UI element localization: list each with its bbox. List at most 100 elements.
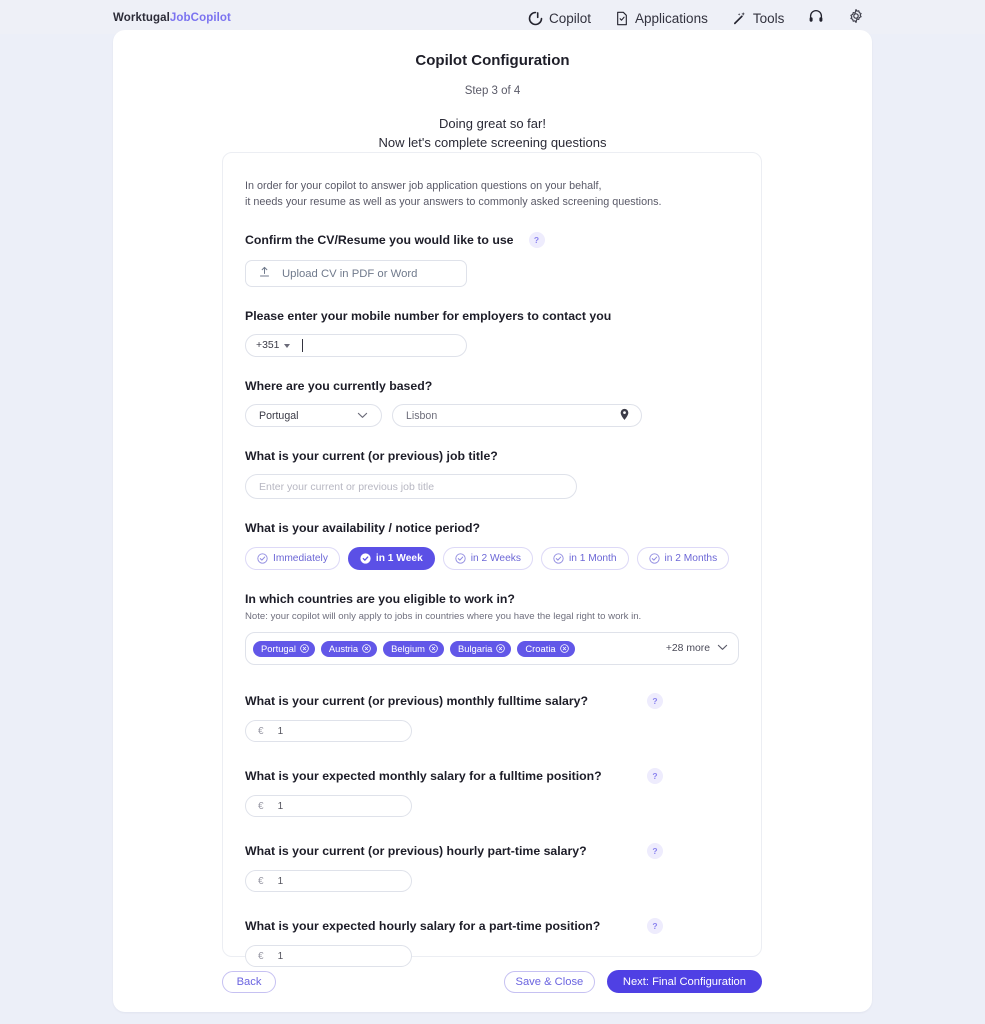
salary-3-question-label: What is your expected hourly salary for … xyxy=(245,919,601,933)
job-title-placeholder: Enter your current or previous job title xyxy=(259,480,435,493)
nav-item-applications[interactable]: Applications xyxy=(615,11,708,26)
salary-2-input[interactable]: € 1 xyxy=(245,870,412,892)
city-input-value: Lisbon xyxy=(406,409,438,422)
salary-1-value: 1 xyxy=(277,800,284,812)
salary-2-question-label: What is your current (or previous) hourl… xyxy=(245,844,587,858)
availability-label-1: in 1 Week xyxy=(375,553,423,564)
remove-circle-icon[interactable] xyxy=(300,644,309,653)
country-tag[interactable]: Belgium xyxy=(383,640,444,657)
country-tag-label-3: Bulgaria xyxy=(457,643,493,654)
nav-label-applications: Applications xyxy=(635,11,708,26)
nav-label-copilot: Copilot xyxy=(549,11,592,26)
countries-question-label: In which countries are you eligible to w… xyxy=(245,592,515,606)
city-input[interactable]: Lisbon xyxy=(392,404,642,427)
screening-form: In order for your copilot to answer job … xyxy=(222,152,762,967)
upload-icon xyxy=(259,266,270,281)
location-row: Portugal Lisbon xyxy=(245,404,739,427)
availability-label-4: in 2 Months xyxy=(664,553,718,564)
currency-symbol: € xyxy=(258,875,264,887)
chevron-down-icon xyxy=(357,410,368,422)
salary-0-help-icon[interactable]: ? xyxy=(647,693,663,709)
upload-cv-label: Upload CV in PDF or Word xyxy=(282,267,418,280)
country-select-value: Portugal xyxy=(259,409,299,422)
country-tag[interactable]: Bulgaria xyxy=(449,640,512,657)
remove-circle-icon[interactable] xyxy=(429,644,438,653)
salary-1-help-icon[interactable]: ? xyxy=(647,768,663,784)
country-tag-label-2: Belgium xyxy=(391,643,425,654)
salary-3-help-icon[interactable]: ? xyxy=(647,918,663,934)
availability-options: Immediately in 1 Week in 2 Weeks in 1 Mo… xyxy=(245,547,739,570)
copilot-icon xyxy=(528,11,543,26)
currency-symbol: € xyxy=(258,725,264,737)
country-tag[interactable]: Croatia xyxy=(517,640,575,657)
country-select[interactable]: Portugal xyxy=(245,404,382,427)
check-circle-icon xyxy=(257,553,268,564)
cv-question-label: Confirm the CV/Resume you would like to … xyxy=(245,233,514,247)
phone-input[interactable]: +351 xyxy=(245,334,467,357)
check-circle-icon xyxy=(455,553,466,564)
chevron-down-icon xyxy=(284,343,291,348)
country-tag[interactable]: Portugal xyxy=(253,640,315,657)
page-title: Copilot Configuration xyxy=(415,52,570,69)
salary-3-question-row: What is your expected hourly salary for … xyxy=(245,918,739,934)
countries-multiselect[interactable]: Portugal Austria Belgium Bulgaria Croati… xyxy=(245,632,739,665)
countries-more-label: +28 more xyxy=(665,643,710,654)
phone-question-label: Please enter your mobile number for empl… xyxy=(245,309,612,323)
salary-2-value: 1 xyxy=(277,875,284,887)
availability-option-in-2-weeks[interactable]: in 2 Weeks xyxy=(442,547,533,570)
country-tag[interactable]: Austria xyxy=(320,640,378,657)
tagline-line-1: Doing great so far! xyxy=(439,116,546,131)
next-final-configuration-button[interactable]: Next: Final Configuration xyxy=(606,970,762,993)
back-button[interactable]: Back xyxy=(222,970,276,993)
salary-3-value: 1 xyxy=(277,950,284,962)
country-tag-label-0: Portugal xyxy=(261,643,296,654)
salary-1-question-row: What is your expected monthly salary for… xyxy=(245,768,739,784)
phone-country-code[interactable]: +351 xyxy=(256,340,279,351)
support-button[interactable] xyxy=(808,8,824,29)
form-footer: Back Save & Close Next: Final Configurat… xyxy=(222,970,762,993)
headset-icon xyxy=(808,8,824,29)
remove-circle-icon[interactable] xyxy=(559,644,569,653)
nav-item-copilot[interactable]: Copilot xyxy=(528,11,591,26)
location-question-label: Where are you currently based? xyxy=(245,379,433,393)
salary-1-input[interactable]: € 1 xyxy=(245,795,412,817)
chevron-down-icon xyxy=(717,643,728,654)
save-and-close-button[interactable]: Save & Close xyxy=(503,970,595,993)
job-title-input[interactable]: Enter your current or previous job title xyxy=(245,474,577,499)
availability-label-3: in 1 Month xyxy=(568,553,617,564)
intro-line-1: In order for your copilot to answer job … xyxy=(245,180,602,192)
remove-circle-icon[interactable] xyxy=(496,644,506,653)
settings-button[interactable] xyxy=(848,8,864,29)
tagline: Doing great so far! Now let's complete s… xyxy=(113,114,872,152)
document-check-icon xyxy=(615,11,629,26)
availability-label-0: Immediately xyxy=(273,553,328,564)
check-circle-icon xyxy=(360,553,371,564)
check-circle-icon xyxy=(553,553,564,564)
salary-3-input[interactable]: € 1 xyxy=(245,945,412,967)
selected-country-tags: Portugal Austria Belgium Bulgaria Croati… xyxy=(253,640,575,657)
salary-2-help-icon[interactable]: ? xyxy=(647,843,663,859)
availability-option-in-1-month[interactable]: in 1 Month xyxy=(540,547,629,570)
countries-more-toggle[interactable]: +28 more xyxy=(666,643,728,654)
brand-secondary-text: JobCopilot xyxy=(169,12,231,24)
salary-0-value: 1 xyxy=(277,725,284,737)
availability-option-immediately[interactable]: Immediately xyxy=(245,547,340,570)
nav-item-tools[interactable]: Tools xyxy=(732,11,784,26)
cv-help-icon[interactable]: ? xyxy=(528,232,545,248)
step-indicator: Step 3 of 4 xyxy=(464,85,521,97)
country-tag-label-1: Austria xyxy=(328,643,359,654)
availability-label-2: in 2 Weeks xyxy=(470,553,521,564)
magic-wand-icon xyxy=(732,11,747,26)
intro-line-2: it needs your resume as well as your ans… xyxy=(245,195,662,208)
salary-0-input[interactable]: € 1 xyxy=(245,720,412,742)
salary-0-question-row: What is your current (or previous) month… xyxy=(245,693,739,709)
availability-question-label: What is your availability / notice perio… xyxy=(245,521,481,535)
brand-logo[interactable]: WorktugalJobCopilot xyxy=(113,12,231,24)
brand-primary-text: Worktugal xyxy=(113,12,170,24)
upload-cv-button[interactable]: Upload CV in PDF or Word xyxy=(245,260,467,287)
remove-circle-icon[interactable] xyxy=(362,644,371,653)
availability-option-in-2-months[interactable]: in 2 Months xyxy=(636,547,730,570)
availability-option-in-1-week[interactable]: in 1 Week xyxy=(347,547,435,570)
form-intro: In order for your copilot to answer job … xyxy=(245,179,739,210)
tagline-line-2: Now let's complete screening questions xyxy=(378,135,607,150)
